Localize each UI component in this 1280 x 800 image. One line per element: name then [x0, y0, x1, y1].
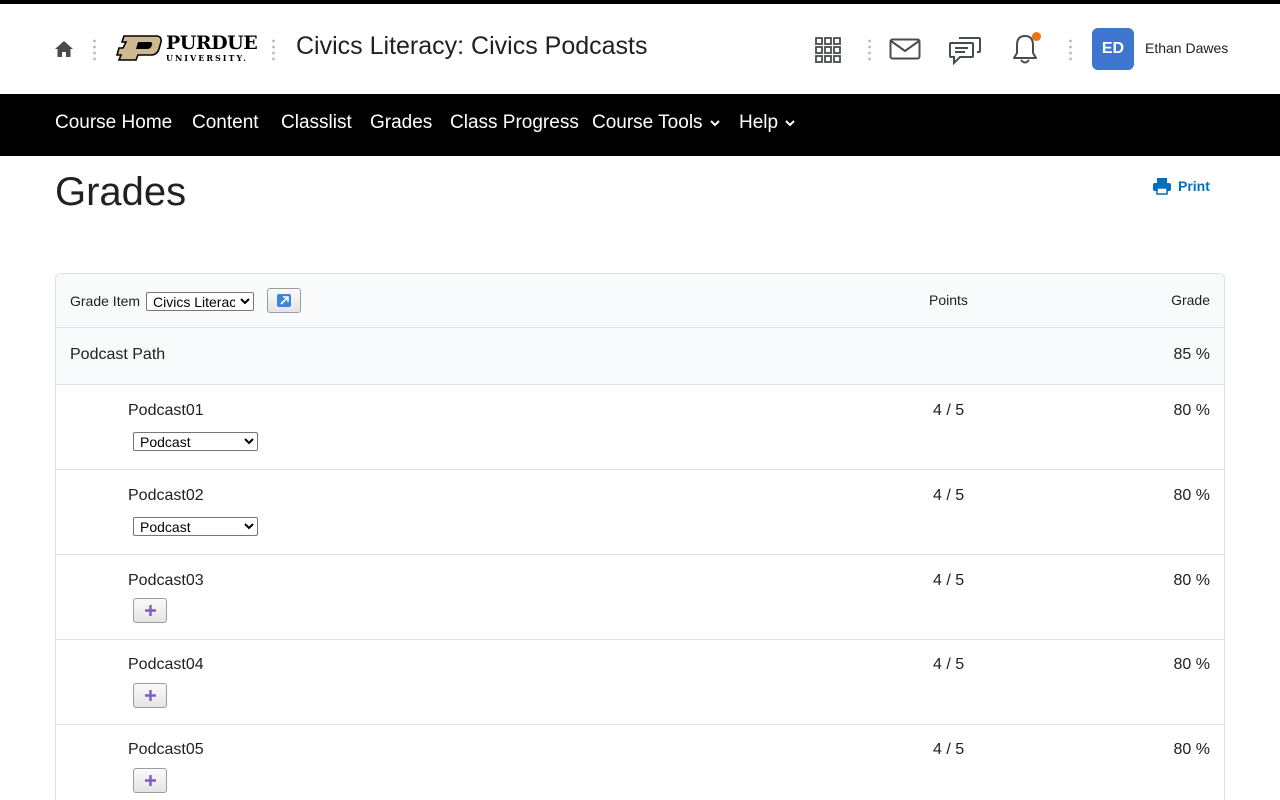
- nav-item-label: Course Home: [55, 112, 173, 133]
- nav-item-classlist[interactable]: Classlist: [281, 112, 352, 134]
- points-value: 4 / 5: [933, 402, 965, 419]
- feedback-select[interactable]: Podcast: [133, 432, 258, 451]
- user-name[interactable]: Ethan Dawes: [1145, 40, 1228, 56]
- chevron-down-icon: [709, 120, 720, 127]
- nav-item-label: Content: [192, 112, 259, 133]
- table-row: Podcast04 4 / 5 80 %: [56, 640, 1224, 725]
- grade-column-header: Grade: [1171, 292, 1210, 308]
- mail-icon[interactable]: [888, 34, 922, 64]
- nav-item-label: Help: [739, 112, 779, 133]
- page-title: Grades: [55, 170, 187, 214]
- category-grade: 85 %: [1173, 346, 1210, 363]
- points-value: 4 / 5: [933, 572, 965, 589]
- nav-item-label: Course Tools: [592, 112, 703, 133]
- grade-value: 80 %: [1173, 572, 1210, 589]
- notification-dot: [1032, 32, 1041, 41]
- purdue-p-icon: [116, 35, 162, 61]
- chevron-down-icon: [785, 120, 795, 127]
- grades-table: Grade Item Civics Literacy Points Grade …: [55, 273, 1225, 800]
- points-value: 4 / 5: [933, 656, 965, 673]
- course-title[interactable]: Civics Literacy: Civics Podcasts: [296, 32, 647, 61]
- points-value: 4 / 5: [933, 741, 965, 758]
- table-header-row: Grade Item Civics Literacy Points Grade: [56, 274, 1224, 328]
- points-value: 4 / 5: [933, 487, 965, 504]
- nav-item-label: Class Progress: [450, 112, 579, 133]
- nav-item-content[interactable]: Content: [192, 112, 259, 134]
- logo-university: UNIVERSITY.: [166, 53, 248, 63]
- divider: [272, 38, 275, 62]
- home-icon[interactable]: [52, 37, 76, 61]
- points-column-header: Points: [929, 292, 968, 308]
- divider: [868, 38, 871, 62]
- grade-item-name: Podcast03: [128, 572, 204, 589]
- purdue-logo[interactable]: PURDUE UNIVERSITY.: [116, 32, 258, 63]
- add-button[interactable]: [133, 683, 167, 708]
- nav-item-label: Classlist: [281, 112, 352, 133]
- site-header: PURDUE UNIVERSITY. Civics Literacy: Civi…: [0, 4, 1280, 94]
- course-navbar: Course Home Content Classlist Grades Cla…: [0, 94, 1280, 156]
- grade-item-name: Podcast05: [128, 741, 204, 758]
- feedback-select[interactable]: Podcast: [133, 517, 258, 536]
- category-name: Podcast Path: [70, 346, 166, 363]
- grade-value: 80 %: [1173, 402, 1210, 419]
- category-row: Podcast Path 85 %: [56, 328, 1224, 385]
- nav-item-help[interactable]: Help: [739, 112, 796, 134]
- arrow-icon: [277, 294, 291, 307]
- grade-item-name: Podcast04: [128, 656, 204, 673]
- chat-icon[interactable]: [947, 32, 983, 66]
- grade-value: 80 %: [1173, 487, 1210, 504]
- grade-item-label: Grade Item: [70, 293, 141, 309]
- add-button[interactable]: [133, 598, 167, 623]
- printer-icon: [1153, 178, 1171, 195]
- grade-item-select[interactable]: Civics Literacy: [146, 292, 254, 311]
- nav-item-course-tools[interactable]: Course Tools: [592, 112, 721, 134]
- divider: [93, 38, 96, 62]
- divider: [1069, 38, 1072, 62]
- table-row: Podcast02 Podcast 4 / 5 80 %: [56, 470, 1224, 555]
- print-button[interactable]: Print: [1152, 177, 1210, 195]
- plus-icon: [144, 775, 156, 786]
- table-row: Podcast05 4 / 5 80 %: [56, 725, 1224, 800]
- grade-value: 80 %: [1173, 656, 1210, 673]
- plus-icon: [144, 605, 156, 616]
- logo-name: PURDUE: [166, 32, 258, 54]
- plus-icon: [144, 690, 156, 701]
- add-button[interactable]: [133, 768, 167, 793]
- nav-item-grades[interactable]: Grades: [370, 112, 432, 134]
- nav-item-label: Grades: [370, 112, 433, 133]
- table-row: Podcast03 4 / 5 80 %: [56, 555, 1224, 640]
- grade-item-name: Podcast01: [128, 402, 204, 419]
- avatar[interactable]: ED: [1092, 28, 1134, 70]
- grade-item-name: Podcast02: [128, 487, 204, 504]
- print-label: Print: [1178, 178, 1210, 194]
- table-row: Podcast01 Podcast 4 / 5 80 %: [56, 385, 1224, 470]
- nav-item-class-progress[interactable]: Class Progress: [450, 112, 579, 134]
- nav-item-course-home[interactable]: Course Home: [55, 112, 172, 134]
- waffle-grid-icon[interactable]: [812, 34, 844, 66]
- go-button[interactable]: [267, 288, 301, 313]
- grade-value: 80 %: [1173, 741, 1210, 758]
